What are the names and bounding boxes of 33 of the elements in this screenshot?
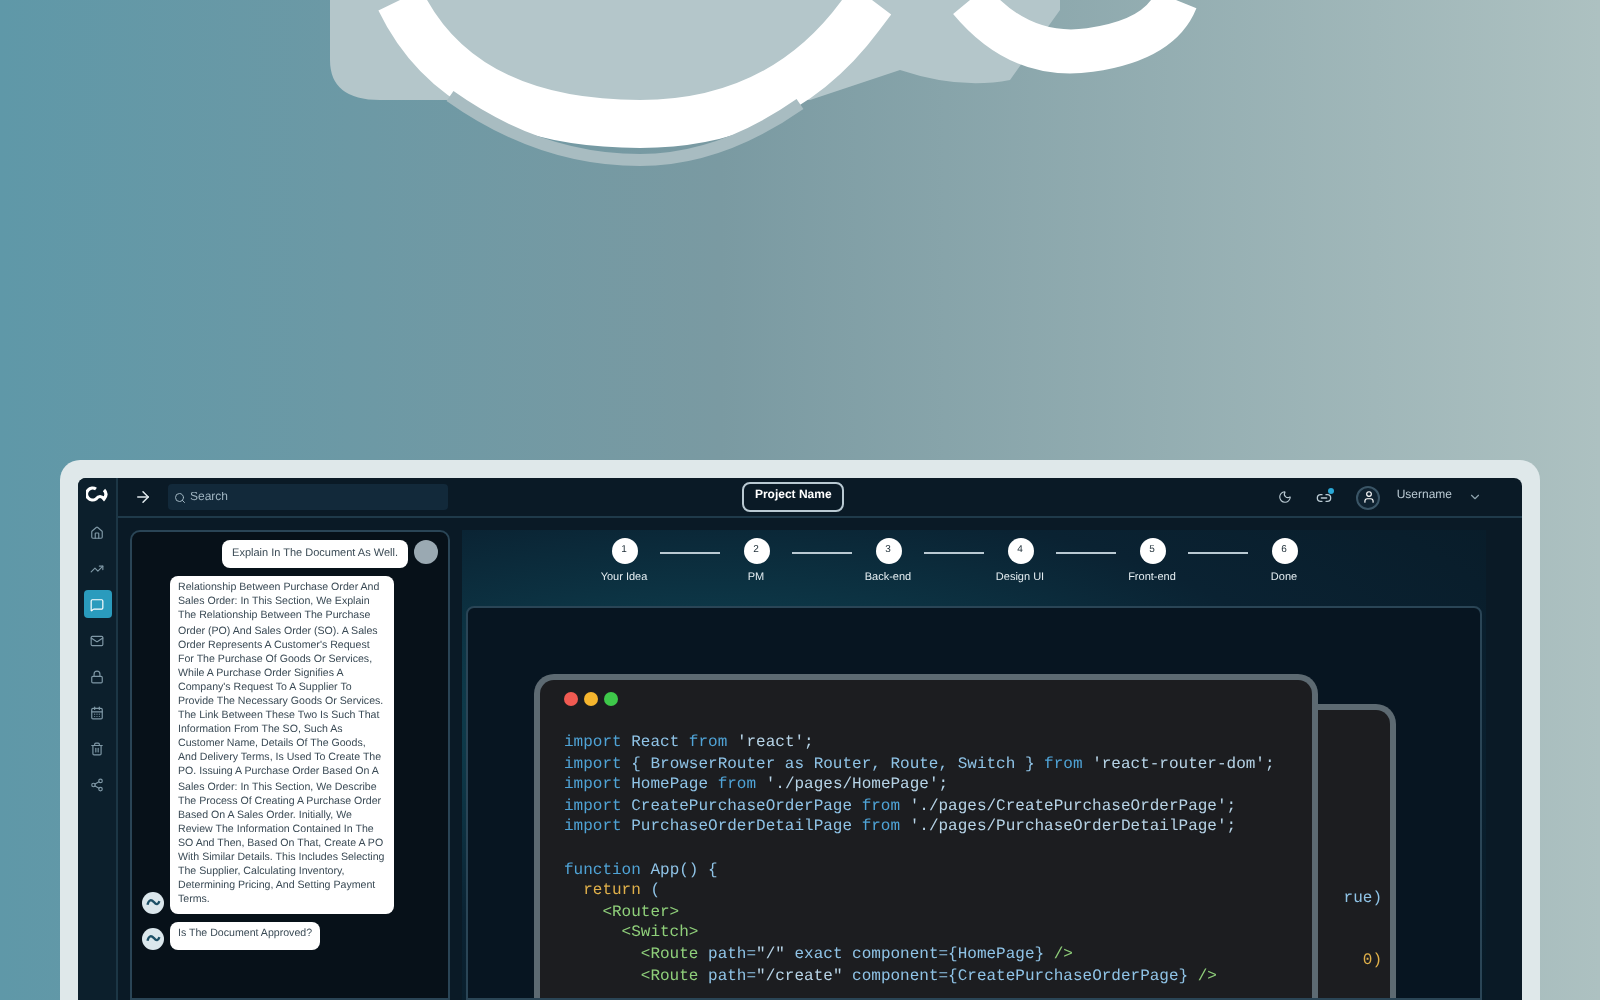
code-line: <Router> (600, 903, 682, 924)
sidebar-item[interactable] (83, 590, 111, 618)
lock-icon (90, 669, 104, 683)
code-line: function App() { (564, 859, 720, 882)
code-line: <Route path="/create" component={CreatePurchaseOrderPage} /> (638, 967, 1219, 989)
bot-avatar-icon (142, 927, 164, 949)
avatar-placeholder (414, 540, 438, 564)
home-icon (90, 525, 104, 539)
code-fragment: rue) (1343, 890, 1382, 910)
mail-icon (90, 633, 104, 647)
code-line: <Switch> (619, 924, 701, 946)
code-line: import PurchaseOrderDetailPage from './pages/PurchaseOrderDetailPage'; (564, 818, 1239, 840)
user-avatar[interactable] (1356, 485, 1381, 509)
arrow-right-icon[interactable] (134, 488, 152, 506)
bot-avatar-icon (142, 892, 164, 915)
chevron-down-icon[interactable] (1468, 490, 1482, 504)
chat-icon (90, 597, 104, 611)
link-icon[interactable] (1316, 489, 1333, 505)
trend-icon (90, 561, 104, 575)
code-line: return ( (581, 882, 663, 904)
code-line: <Route path="/" exact component={HomePage} /> (638, 945, 1075, 968)
share-icon (90, 777, 104, 791)
trash-icon (90, 741, 104, 755)
search-icon (174, 491, 186, 503)
code-line: import { BrowserRouter as Router, Route, Switch } from 'react-router-dom'; (564, 755, 1277, 776)
code-line: import CreatePurchaseOrderPage from './pages/CreatePurchaseOrderPage'; (564, 797, 1239, 818)
logo-icon (85, 486, 109, 502)
calendar-icon (90, 705, 104, 719)
moon-icon[interactable] (1278, 490, 1293, 504)
user-icon (1361, 490, 1376, 504)
code-line: import React from 'react'; (564, 734, 816, 756)
code-fragment: 0) (1362, 952, 1382, 972)
code-line: import HomePage from './pages/HomePage'; (564, 776, 951, 798)
